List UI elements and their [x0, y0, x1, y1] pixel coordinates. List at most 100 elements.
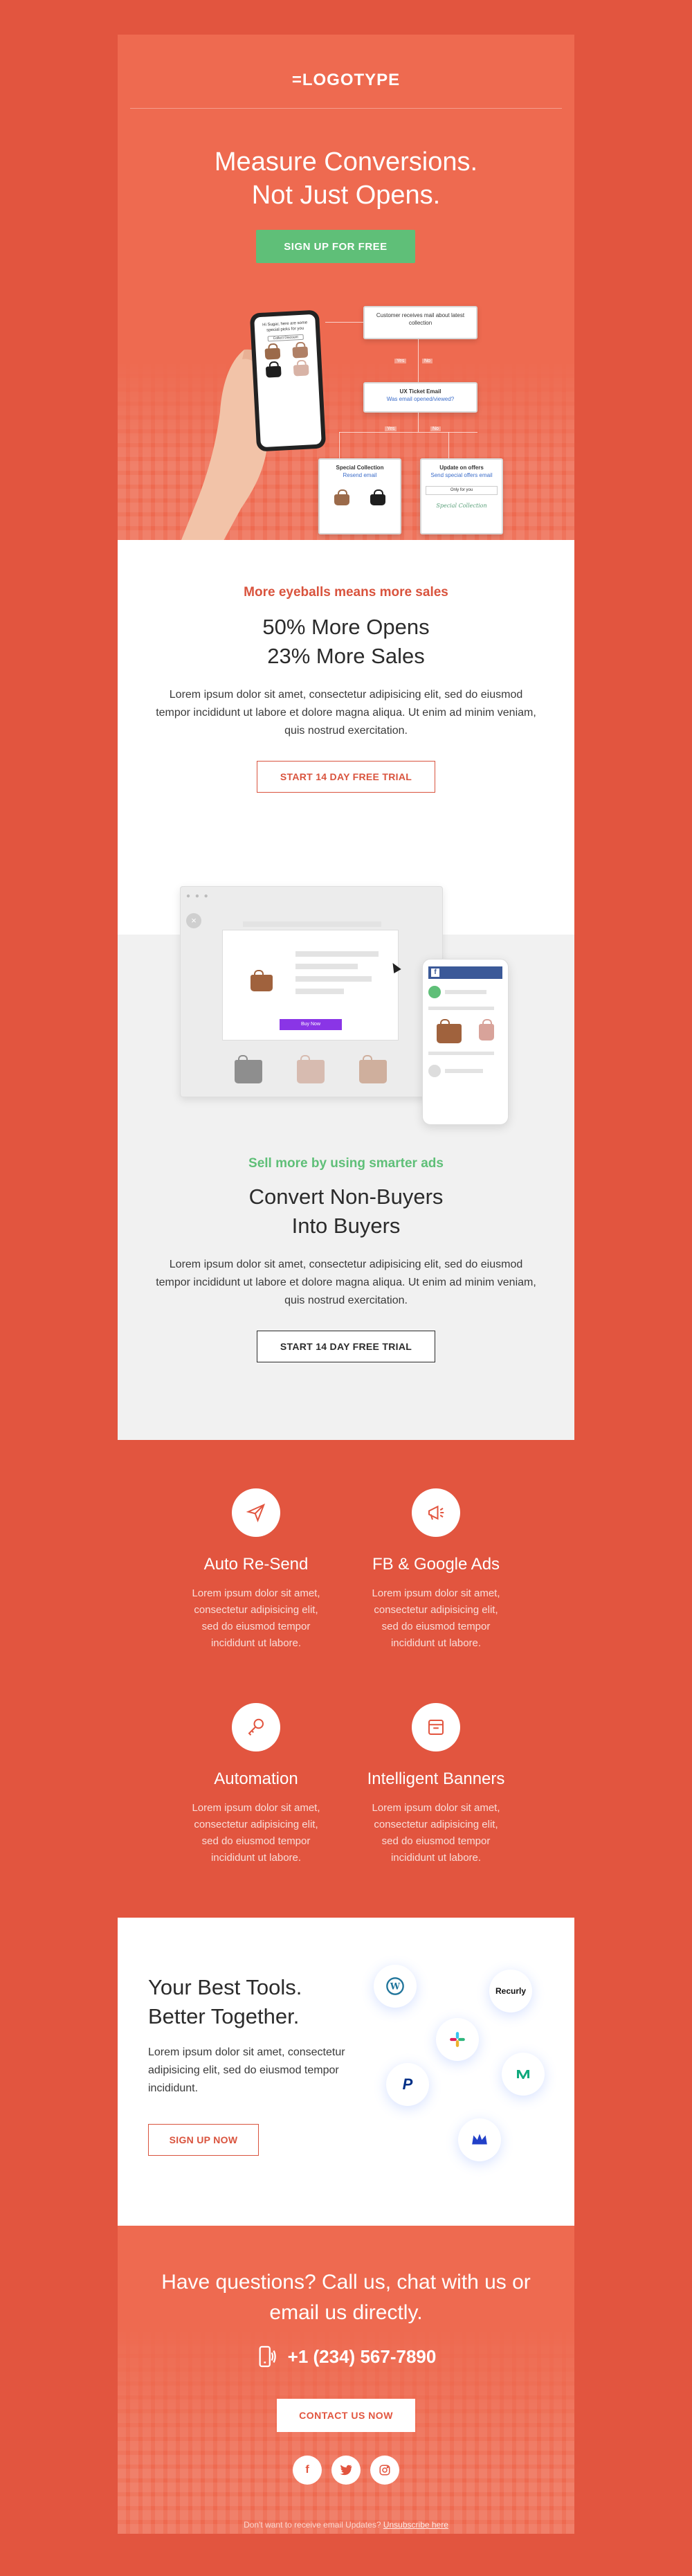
flow-ux-sub: Was email opened/viewed?: [386, 396, 455, 402]
avatar: [428, 986, 441, 998]
placeholder-bar: [295, 964, 358, 969]
opens-kicker: More eyeballs means more sales: [244, 585, 448, 600]
instagram-icon[interactable]: [370, 2456, 399, 2485]
sign-up-free-button[interactable]: SIGN UP FOR FREE: [256, 230, 415, 263]
bag-image: [265, 366, 282, 378]
flow-connector: [339, 432, 340, 458]
hero-title: Measure Conversions. Not Just Opens.: [118, 145, 574, 212]
flow-update-script: Special Collection: [436, 503, 487, 509]
feature-text: Lorem ipsum dolor sit amet, consectetur …: [192, 1802, 320, 1864]
ads-body: Lorem ipsum dolor sit amet, consectetur …: [156, 1259, 536, 1306]
features-section: Auto Re-Send Lorem ipsum dolor sit amet,…: [118, 1440, 574, 1918]
flow-connector: [448, 432, 449, 458]
feature-ads: FB & Google Ads Lorem ipsum dolor sit am…: [346, 1488, 526, 1652]
hero-divider: [130, 108, 562, 109]
opens-heading: 50% More Opens 23% More Sales: [118, 613, 574, 671]
start-trial-button[interactable]: START 14 DAY FREE TRIAL: [257, 761, 435, 793]
bag-image: [478, 1019, 494, 1041]
placeholder-bar: [428, 1007, 494, 1010]
opens-section: More eyeballs means more sales 50% More …: [118, 540, 574, 935]
tools-section: Your Best Tools. Better Together. Lorem …: [118, 1918, 574, 2226]
feature-title: Automation: [214, 1769, 298, 1788]
banner-icon: [412, 1703, 460, 1751]
paper-plane-icon: [232, 1488, 280, 1537]
bag-image: [235, 1055, 262, 1083]
hero-title-line1: Measure Conversions.: [214, 147, 478, 177]
feature-banners: Intelligent Banners Lorem ipsum dolor si…: [346, 1703, 526, 1866]
flow-special-title: Special Collection: [336, 465, 384, 471]
wordpress-icon: W: [374, 1965, 417, 2008]
ads-section: ● ● ● × Buy Now f Sell more by using sma…: [118, 886, 574, 1440]
flow-label-no: No: [422, 359, 432, 363]
flow-label-yes: Yes: [394, 359, 407, 363]
flow-special-sub: Resend email: [343, 472, 377, 478]
slack-icon: [436, 2018, 479, 2061]
logo[interactable]: =LOGOTYPE: [118, 71, 574, 90]
bag-image: [334, 489, 349, 505]
feature-title: FB & Google Ads: [372, 1555, 500, 1574]
phone-number-row: +1 (234) 567-7890: [118, 2345, 574, 2368]
ads-heading: Convert Non-Buyers Into Buyers: [118, 1182, 574, 1241]
flow-update-tag: Only for you: [426, 486, 498, 495]
recurly-label: Recurly: [495, 1986, 527, 1996]
unsubscribe-link[interactable]: Unsubscribe here: [383, 2520, 448, 2530]
flow-label-no: No: [430, 426, 441, 431]
feature-automation: Automation Lorem ipsum dolor sit amet, c…: [166, 1703, 346, 1866]
flow-connector: [418, 339, 419, 382]
flow-box-update-offers: Update on offers Send special offers ema…: [420, 458, 503, 534]
footer: Don't want to receive email Updates? Uns…: [0, 2520, 692, 2530]
placeholder-bar: [295, 951, 379, 957]
contact-heading: Have questions? Call us, chat with us or…: [161, 2271, 531, 2324]
flow-box-special-collection: Special Collection Resend email: [318, 458, 401, 534]
key-icon: [232, 1703, 280, 1751]
flow-connector: [418, 413, 419, 432]
ads-heading-line2: Into Buyers: [291, 1214, 401, 1238]
bag-image: [251, 970, 273, 991]
medium-icon: [502, 2053, 545, 2096]
flow-update-title: Update on offers: [439, 465, 484, 471]
mobile-fb-mockup: f: [422, 959, 509, 1125]
opens-body: Lorem ipsum dolor sit amet, consectetur …: [156, 689, 536, 737]
phone-collect-button: Collect Discount: [267, 334, 304, 342]
feature-text: Lorem ipsum dolor sit amet, consectetur …: [372, 1587, 500, 1649]
avatar: [428, 1065, 441, 1077]
social-links: f: [118, 2456, 574, 2485]
flow-box-customer-receives: Customer receives mail about latest coll…: [363, 306, 477, 339]
feature-text: Lorem ipsum dolor sit amet, consectetur …: [192, 1587, 320, 1649]
bag-image: [293, 364, 309, 377]
sign-up-now-button[interactable]: SIGN UP NOW: [148, 2124, 259, 2156]
start-trial-button-2[interactable]: START 14 DAY FREE TRIAL: [257, 1331, 435, 1362]
opens-heading-line2: 23% More Sales: [267, 644, 425, 668]
placeholder-bar: [295, 976, 372, 982]
placeholder-bar: [428, 1052, 494, 1055]
svg-text:W: W: [390, 1982, 401, 1992]
twitter-icon[interactable]: [331, 2456, 361, 2485]
flow-ux-title: UX Ticket Email: [399, 388, 441, 395]
bag-image: [297, 1055, 325, 1083]
tools-body: Lorem ipsum dolor sit amet, consectetur …: [148, 2046, 345, 2094]
contact-section: Have questions? Call us, chat with us or…: [118, 2226, 574, 2534]
flow-connector: [339, 432, 477, 433]
phone-button-label: Collect Discount: [273, 335, 298, 341]
placeholder-bar: [445, 990, 486, 994]
phone-number[interactable]: +1 (234) 567-7890: [288, 2346, 437, 2368]
flow-box-ux-ticket: UX Ticket Email Was email opened/viewed?: [363, 382, 477, 413]
phone-icon: [259, 2345, 276, 2368]
facebook-header: f: [428, 966, 502, 979]
facebook-icon: f: [431, 969, 439, 977]
modal-popup: Buy Now: [222, 930, 399, 1041]
contact-us-button[interactable]: CONTACT US NOW: [277, 2399, 415, 2432]
flow-connector: [325, 322, 363, 323]
tools-heading-line2: Better Together.: [148, 2004, 300, 2028]
phone-message: Hi Sugar, here are some special picks fo…: [262, 321, 308, 333]
tools-heading: Your Best Tools. Better Together.: [148, 1973, 302, 2031]
buy-now-mock-button: Buy Now: [280, 1019, 342, 1030]
hero-section: =LOGOTYPE Measure Conversions. Not Just …: [118, 35, 574, 540]
hero-title-line2: Not Just Opens.: [251, 181, 441, 210]
feature-title: Intelligent Banners: [367, 1769, 505, 1788]
bag-image: [359, 1055, 387, 1083]
placeholder-bar: [295, 989, 344, 994]
megaphone-icon: [412, 1488, 460, 1537]
facebook-icon[interactable]: f: [293, 2456, 322, 2485]
email-container: =LOGOTYPE Measure Conversions. Not Just …: [118, 35, 574, 2534]
